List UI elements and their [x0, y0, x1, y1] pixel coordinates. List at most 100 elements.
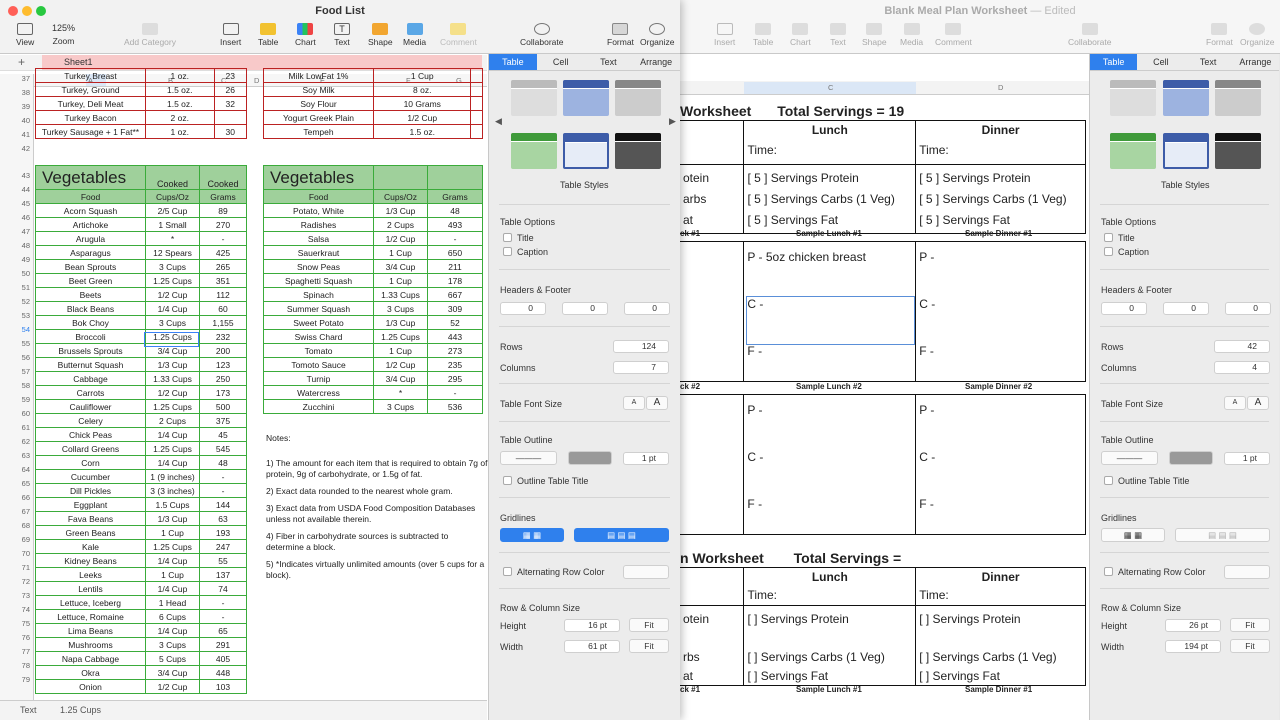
w2-dinner-servings[interactable]: [ ] Servings Protein [ ] Servings Carbs (…	[915, 605, 1086, 686]
veg-cell[interactable]: 63	[199, 511, 247, 526]
veg-cell[interactable]: Acorn Squash	[35, 203, 146, 218]
veg-cell[interactable]: 1 Cup	[145, 567, 200, 582]
veg-cell[interactable]: Swiss Chard	[263, 329, 374, 344]
r-font-larger-button[interactable]: A	[1247, 396, 1269, 410]
veg-cell[interactable]: 1 Small	[145, 217, 200, 232]
outline-title-checkbox[interactable]	[503, 476, 512, 485]
selected-cell-indicator[interactable]	[144, 332, 199, 347]
veg-cell[interactable]: 375	[199, 413, 247, 428]
veg-cell[interactable]: 250	[199, 371, 247, 386]
veg-cell[interactable]: Cauliflower	[35, 399, 146, 414]
veg-cell[interactable]: Sweet Potato	[263, 315, 374, 330]
veg-cell[interactable]: 295	[427, 371, 483, 386]
r-height-fit-button[interactable]: Fit	[1230, 618, 1270, 632]
r-tab-table[interactable]: Table	[1090, 54, 1138, 70]
veg-cell[interactable]: 1.25 Cups	[373, 329, 428, 344]
s2-dinner-cell[interactable]: P - C - F -	[915, 394, 1086, 535]
collaborate-button[interactable]: Collaborate	[520, 23, 563, 47]
r-header-cols-field[interactable]: 0	[1163, 302, 1209, 315]
w2-lunch-cell[interactable]: Lunch Time:	[743, 567, 917, 606]
veg-cell[interactable]: Cabbage	[35, 371, 146, 386]
s2-lunch-cell[interactable]: P - C - F -	[743, 394, 917, 535]
veg-cell[interactable]: 3 Cups	[145, 259, 200, 274]
veg-cell[interactable]: 52	[427, 315, 483, 330]
r-comment-button[interactable]: Comment	[935, 23, 972, 47]
row-number[interactable]: 42	[0, 144, 30, 153]
add-sheet-icon[interactable]: +	[18, 55, 25, 69]
r-shape-button[interactable]: Shape	[862, 23, 887, 47]
style-swatch-1[interactable]	[511, 80, 557, 116]
r-tab-arrange[interactable]: Arrange	[1232, 54, 1279, 70]
veg-cell[interactable]: 123	[199, 357, 247, 372]
veg-cell[interactable]: 500	[199, 399, 247, 414]
protein-right-cell[interactable]: 10 Grams	[372, 96, 472, 111]
r-alt-row-checkbox[interactable]	[1104, 567, 1113, 576]
protein-left-cell[interactable]: Turkey, Ground	[35, 82, 146, 97]
r-width-field[interactable]: 194 pt	[1165, 640, 1221, 653]
veg-cell[interactable]: Lettuce, Iceberg	[35, 595, 146, 610]
veg-cell[interactable]: 536	[427, 399, 483, 414]
veg-cell[interactable]: -	[427, 231, 483, 246]
r-organize-button[interactable]: Organize	[1240, 23, 1275, 47]
veg-cell[interactable]: 1/2 Cup	[145, 385, 200, 400]
veg-cell[interactable]: Beets	[35, 287, 146, 302]
w1-left-servings[interactable]: otein arbs at	[680, 164, 745, 234]
veg-cell[interactable]: Turnip	[263, 371, 374, 386]
veg-cell[interactable]: 291	[199, 637, 247, 652]
veg-cell[interactable]: 3/4 Cup	[373, 259, 428, 274]
r-gridlines-inner-buttons[interactable]: ▦ ▦	[1101, 528, 1165, 542]
veg-cell[interactable]: 2/5 Cup	[145, 203, 200, 218]
veg-cell[interactable]: 1 Cup	[145, 525, 200, 540]
veg-cell[interactable]: 3/4 Cup	[373, 371, 428, 386]
veg-cell[interactable]: 2 Cups	[373, 217, 428, 232]
r-table-button[interactable]: Table	[753, 23, 773, 47]
veg-cell[interactable]: Chick Peas	[35, 427, 146, 442]
veg-cell[interactable]: -	[199, 595, 247, 610]
veg-cell[interactable]: Salsa	[263, 231, 374, 246]
protein-left-cell[interactable]: 26	[213, 82, 248, 97]
veg-cell[interactable]: Asparagus	[35, 245, 146, 260]
r-tab-text[interactable]: Text	[1185, 54, 1232, 70]
w2-lunch-servings[interactable]: [ ] Servings Protein [ ] Servings Carbs (…	[743, 605, 917, 686]
veg-cell[interactable]: 425	[199, 245, 247, 260]
veg-cell[interactable]: Kale	[35, 539, 146, 554]
row-number[interactable]: 79	[0, 675, 30, 684]
s2-left-cell[interactable]	[680, 394, 745, 535]
r-style-swatch-6[interactable]	[1215, 133, 1261, 169]
veg-cell[interactable]: Spinach	[263, 287, 374, 302]
veg-cell[interactable]: Okra	[35, 665, 146, 680]
veg-cell[interactable]: 667	[427, 287, 483, 302]
r-alt-row-color-well[interactable]	[1224, 565, 1270, 579]
veg-cell[interactable]: 3 Cups	[145, 637, 200, 652]
veg-cell[interactable]: Corn	[35, 455, 146, 470]
veg-cell[interactable]: 493	[427, 217, 483, 232]
r-col-c[interactable]: C	[828, 83, 833, 92]
veg-cell[interactable]: 65	[199, 623, 247, 638]
veg-cell[interactable]: 2 Cups	[145, 413, 200, 428]
w2-dinner-cell[interactable]: Dinner Time:	[915, 567, 1086, 606]
veg-cell[interactable]: 650	[427, 245, 483, 260]
veg-cell[interactable]: Onion	[35, 679, 146, 694]
footer-rows-field[interactable]: 0	[624, 302, 670, 315]
veg-cell[interactable]: -	[199, 231, 247, 246]
row-number[interactable]: 46	[0, 213, 30, 222]
r-height-field[interactable]: 26 pt	[1165, 619, 1221, 632]
veg-cell[interactable]: Carrots	[35, 385, 146, 400]
organize-button[interactable]: Organize	[640, 23, 675, 47]
font-smaller-button[interactable]: A	[623, 396, 645, 410]
protein-right-cell[interactable]	[470, 96, 483, 111]
veg-cell[interactable]: 1.25 Cups	[145, 273, 200, 288]
veg-cell[interactable]: 1/2 Cup	[373, 357, 428, 372]
veg-cell[interactable]: 6 Cups	[145, 609, 200, 624]
veg-cell[interactable]: 1/4 Cup	[145, 553, 200, 568]
row-number[interactable]: 49	[0, 255, 30, 264]
row-number[interactable]: 66	[0, 493, 30, 502]
r-chart-button[interactable]: Chart	[790, 23, 811, 47]
veg-cell[interactable]: Mushrooms	[35, 637, 146, 652]
veg-cell[interactable]: 55	[199, 553, 247, 568]
veg-cell[interactable]: 1/2 Cup	[373, 231, 428, 246]
row-number[interactable]: 45	[0, 199, 30, 208]
r-footer-rows-field[interactable]: 0	[1225, 302, 1271, 315]
veg-cell[interactable]: Watercress	[263, 385, 374, 400]
style-swatch-4[interactable]	[511, 133, 557, 169]
